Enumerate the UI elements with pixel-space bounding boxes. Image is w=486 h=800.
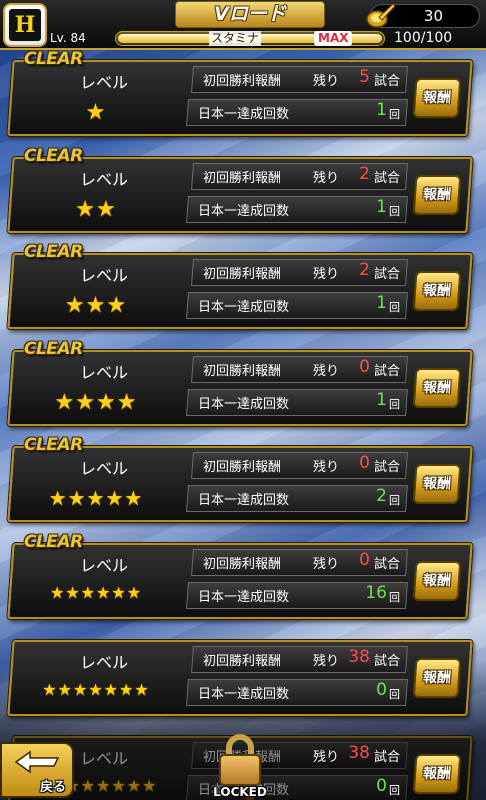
japan-champion-label: 日本一達成回数 [198,590,290,605]
reward-button[interactable]: 報酬 [412,175,462,215]
reward-button[interactable]: 報酬 [412,368,462,408]
arrow-left-icon [14,750,60,774]
games-unit: 試合 [374,654,401,669]
champion-count: 1 [376,293,387,313]
level-row: CLEAR レベル ★★★ 初回勝利報酬 残り 2 試合 日本一達成回数 1 回… [7,242,473,329]
level-row: CLEAR レベル ★ 初回勝利報酬 残り 5 試合 日本一達成回数 1 回 報… [7,49,473,136]
locked-indicator: LOCKED [211,732,269,800]
difficulty-stars: ★ [85,100,107,125]
remaining-games: 38 [348,647,370,667]
champion-count: 1 [376,390,387,410]
first-win-reward-label: 初回勝利報酬 [203,557,282,572]
difficulty-stars: ★★ [75,197,117,222]
remaining-games: 2 [359,164,370,184]
times-unit: 回 [389,398,400,411]
level-label: レベル [80,73,129,92]
champion-count: 16 [365,583,387,603]
stamina-label: スタミナ [209,31,262,46]
difficulty-stars: ★★★★ [54,390,138,415]
difficulty-stars: ★★★★★★★ [42,680,150,699]
clear-badge: CLEAR [24,339,83,359]
level-label: レベル [80,749,129,768]
games-unit: 試合 [374,364,401,379]
reward-button[interactable]: 報酬 [412,561,462,601]
clear-badge: CLEAR [24,49,83,69]
clear-badge: CLEAR [24,435,83,455]
back-button[interactable]: 戻る [0,742,74,798]
times-unit: 回 [389,494,400,507]
locked-label: LOCKED [213,785,267,799]
bat-coin-icon [366,3,395,28]
stamina-max-badge: MAX [314,31,353,46]
first-win-reward-label: 初回勝利報酬 [203,654,282,669]
level-label: レベル [80,556,129,575]
difficulty-stars: ★★★ [64,293,128,318]
page-title: Vロード [175,1,325,28]
level-row: CLEAR レベル ★★★★★ 初回勝利報酬 残り 0 試合 日本一達成回数 2… [7,435,473,522]
remaining-games: 0 [359,550,370,570]
reward-button[interactable]: 報酬 [412,658,462,698]
level-row: CLEAR レベル ★★★★ 初回勝利報酬 残り 0 試合 日本一達成回数 1 … [7,339,473,426]
level-label: レベル [80,653,129,672]
level-row: レベル ★★★★★★★ 初回勝利報酬 残り 38 試合 日本一達成回数 0 回 … [7,640,473,716]
times-unit: 回 [389,205,400,218]
games-unit: 試合 [374,750,401,765]
first-win-reward-label: 初回勝利報酬 [203,74,282,89]
remaining-games: 0 [359,357,370,377]
team-logo-mark: H [9,9,41,41]
times-unit: 回 [389,591,400,604]
remaining-games: 5 [359,67,370,87]
first-win-reward-label: 初回勝利報酬 [203,171,282,186]
games-unit: 試合 [374,74,401,89]
times-unit: 回 [389,301,400,314]
reward-button[interactable]: 報酬 [412,78,462,118]
first-win-reward-label: 初回勝利報酬 [203,267,282,282]
reward-button[interactable]: 報酬 [412,754,462,794]
back-label: 戻る [40,780,67,795]
coin-count: 30 [423,7,443,25]
remaining-games: 38 [348,743,370,763]
first-win-reward-label: 初回勝利報酬 [203,460,282,475]
reward-button[interactable]: 報酬 [412,271,462,311]
champion-count: 1 [376,100,387,120]
reward-button[interactable]: 報酬 [412,464,462,504]
games-unit: 試合 [374,267,401,282]
stamina-bar: スタミナ MAX [115,31,385,46]
japan-champion-label: 日本一達成回数 [198,204,290,219]
times-unit: 回 [389,784,400,797]
difficulty-stars: ★★★★★ [48,486,144,510]
difficulty-stars: ★★★★★★ [49,583,143,602]
clear-badge: CLEAR [24,242,83,262]
coin-counter[interactable]: 30 [366,3,480,28]
level-row: CLEAR レベル ★★ 初回勝利報酬 残り 2 試合 日本一達成回数 1 回 … [7,146,473,233]
champion-count: 0 [376,776,387,796]
times-unit: 回 [389,688,400,701]
player-level: Lv. 84 [50,31,86,45]
times-unit: 回 [389,108,400,121]
games-unit: 試合 [374,171,401,186]
remaining-games: 0 [359,453,370,473]
first-win-reward-label: 初回勝利報酬 [203,364,282,379]
header-bar: H Vロード 30 Lv. 84 スタミナ MAX 100/100 [0,0,486,50]
team-logo[interactable]: H [3,3,47,47]
clear-badge: CLEAR [24,532,83,552]
champion-count: 1 [376,197,387,217]
japan-champion-label: 日本一達成回数 [198,300,290,315]
japan-champion-label: 日本一達成回数 [198,107,290,122]
japan-champion-label: 日本一達成回数 [198,493,290,508]
japan-champion-label: 日本一達成回数 [198,687,290,702]
remaining-games: 2 [359,260,370,280]
japan-champion-label: 日本一達成回数 [198,397,290,412]
clear-badge: CLEAR [24,146,83,166]
level-label: レベル [80,266,129,285]
level-label: レベル [80,459,129,478]
champion-count: 2 [376,486,387,506]
games-unit: 試合 [374,557,401,572]
games-unit: 試合 [374,460,401,475]
level-label: レベル [80,170,129,189]
level-row: CLEAR レベル ★★★★★★ 初回勝利報酬 残り 0 試合 日本一達成回数 … [7,532,473,619]
champion-count: 0 [376,680,387,700]
level-label: レベル [80,363,129,382]
stamina-value: 100/100 [394,30,453,46]
